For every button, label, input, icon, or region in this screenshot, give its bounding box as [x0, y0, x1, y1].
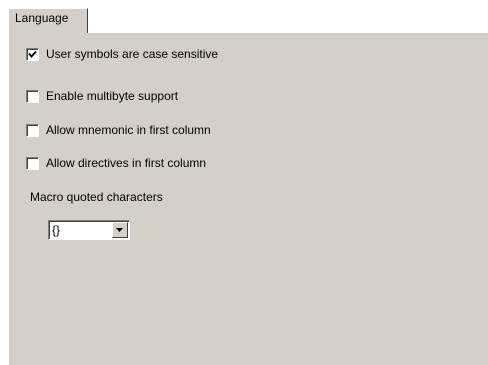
case-sensitive-label: User symbols are case sensitive — [46, 47, 219, 61]
mnemonic-first-column-checkbox[interactable]: Allow mnemonic in first column — [26, 122, 211, 138]
mnemonic-first-column-checkbox-box[interactable] — [26, 123, 39, 137]
mnemonic-first-column-label: Allow mnemonic in first column — [46, 123, 211, 137]
macro-quoted-characters-value: {} — [52, 223, 61, 237]
case-sensitive-checkbox[interactable]: User symbols are case sensitive — [26, 46, 218, 62]
tab-language-label: Language — [15, 11, 69, 25]
multibyte-label: Enable multibyte support — [46, 89, 179, 103]
tab-language[interactable]: Language — [8, 8, 88, 33]
multibyte-checkbox[interactable]: Enable multibyte support — [26, 88, 178, 104]
macro-quoted-characters-label: Macro quoted characters — [30, 190, 163, 204]
checkmark-icon — [28, 50, 37, 58]
dropdown-arrow-icon — [116, 228, 123, 232]
multibyte-checkbox-box[interactable] — [26, 89, 39, 103]
dropdown-button[interactable] — [112, 222, 128, 238]
directives-first-column-label: Allow directives in first column — [46, 156, 207, 170]
macro-quoted-characters-select[interactable]: {} — [48, 220, 130, 240]
case-sensitive-checkbox-box[interactable] — [26, 47, 39, 61]
directives-first-column-checkbox[interactable]: Allow directives in first column — [26, 155, 206, 171]
directives-first-column-checkbox-box[interactable] — [26, 156, 39, 170]
language-tab-panel: User symbols are case sensitive Enable m… — [8, 32, 488, 365]
